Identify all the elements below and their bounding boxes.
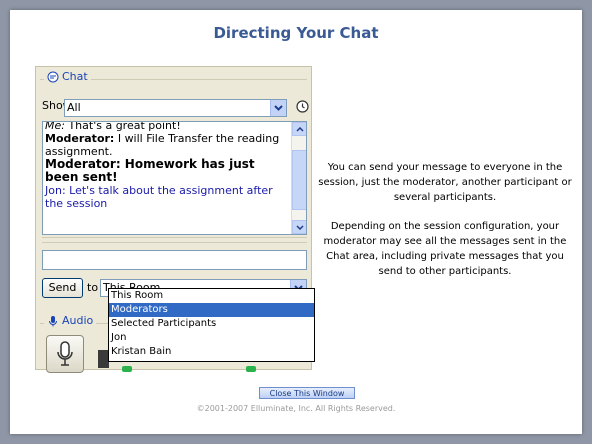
show-filter-value: All [67,101,81,114]
microphone-button[interactable] [46,335,84,373]
chat-message: Me: That's a great point! [45,121,181,132]
audio-icon [49,315,57,326]
chat-message: Moderator: Homework has just been sent! [45,157,255,184]
status-indicator [246,366,256,372]
chat-message: Jon: Let's talk about the assignment aft… [45,184,273,210]
dropdown-option[interactable]: Moderators [109,303,314,317]
splitter-handle[interactable] [42,237,307,243]
chat-message-list[interactable]: Me: That's a great point! Moderator: I w… [42,121,307,235]
scroll-down-icon[interactable] [292,220,306,234]
page-title: Directing Your Chat [213,24,379,42]
copyright-footer: ©2001-2007 Elluminate, Inc. All Rights R… [196,404,396,413]
microphone-icon [57,341,73,366]
chat-legend: Chat [44,70,91,83]
tutorial-page: Directing Your Chat Chat Show All Me: Th… [10,10,582,434]
recipient-dropdown[interactable]: This Room Moderators Selected Participan… [108,288,315,362]
chat-scrollbar[interactable] [291,122,306,234]
chat-message-input[interactable] [42,250,307,270]
audio-legend-label: Audio [62,314,94,327]
status-indicator [122,366,132,372]
description-paragraph: Depending on the session configuration, … [323,221,567,277]
chat-bubble-icon [47,71,59,82]
close-window-button[interactable]: Close This Window [259,387,355,399]
description-paragraph: You can send your message to everyone in… [318,162,572,203]
chat-legend-label: Chat [62,70,88,83]
clock-icon[interactable] [296,100,309,113]
show-filter-row: Show [42,99,72,112]
message-sender: Moderator: [45,132,115,145]
scroll-thumb[interactable] [292,150,306,210]
show-label: Show [42,99,72,112]
chevron-down-icon[interactable] [270,100,286,116]
audio-legend: Audio [44,314,97,327]
to-label: to [87,281,99,294]
chat-message: Moderator: I will File Transfer the read… [45,132,280,158]
dropdown-option[interactable]: This Room [109,289,314,303]
dropdown-option[interactable]: Selected Participants [109,317,314,331]
send-button[interactable]: Send [42,278,83,298]
dropdown-option[interactable]: Kristan Bain [109,345,314,359]
show-filter-select[interactable]: All [64,99,287,117]
dropdown-option[interactable]: Jon [109,331,314,345]
chat-messages: Me: That's a great point! Moderator: I w… [45,121,289,210]
scroll-up-icon[interactable] [292,122,306,136]
description-text: You can send your message to everyone in… [314,160,576,293]
message-sender: Me: [45,121,65,132]
